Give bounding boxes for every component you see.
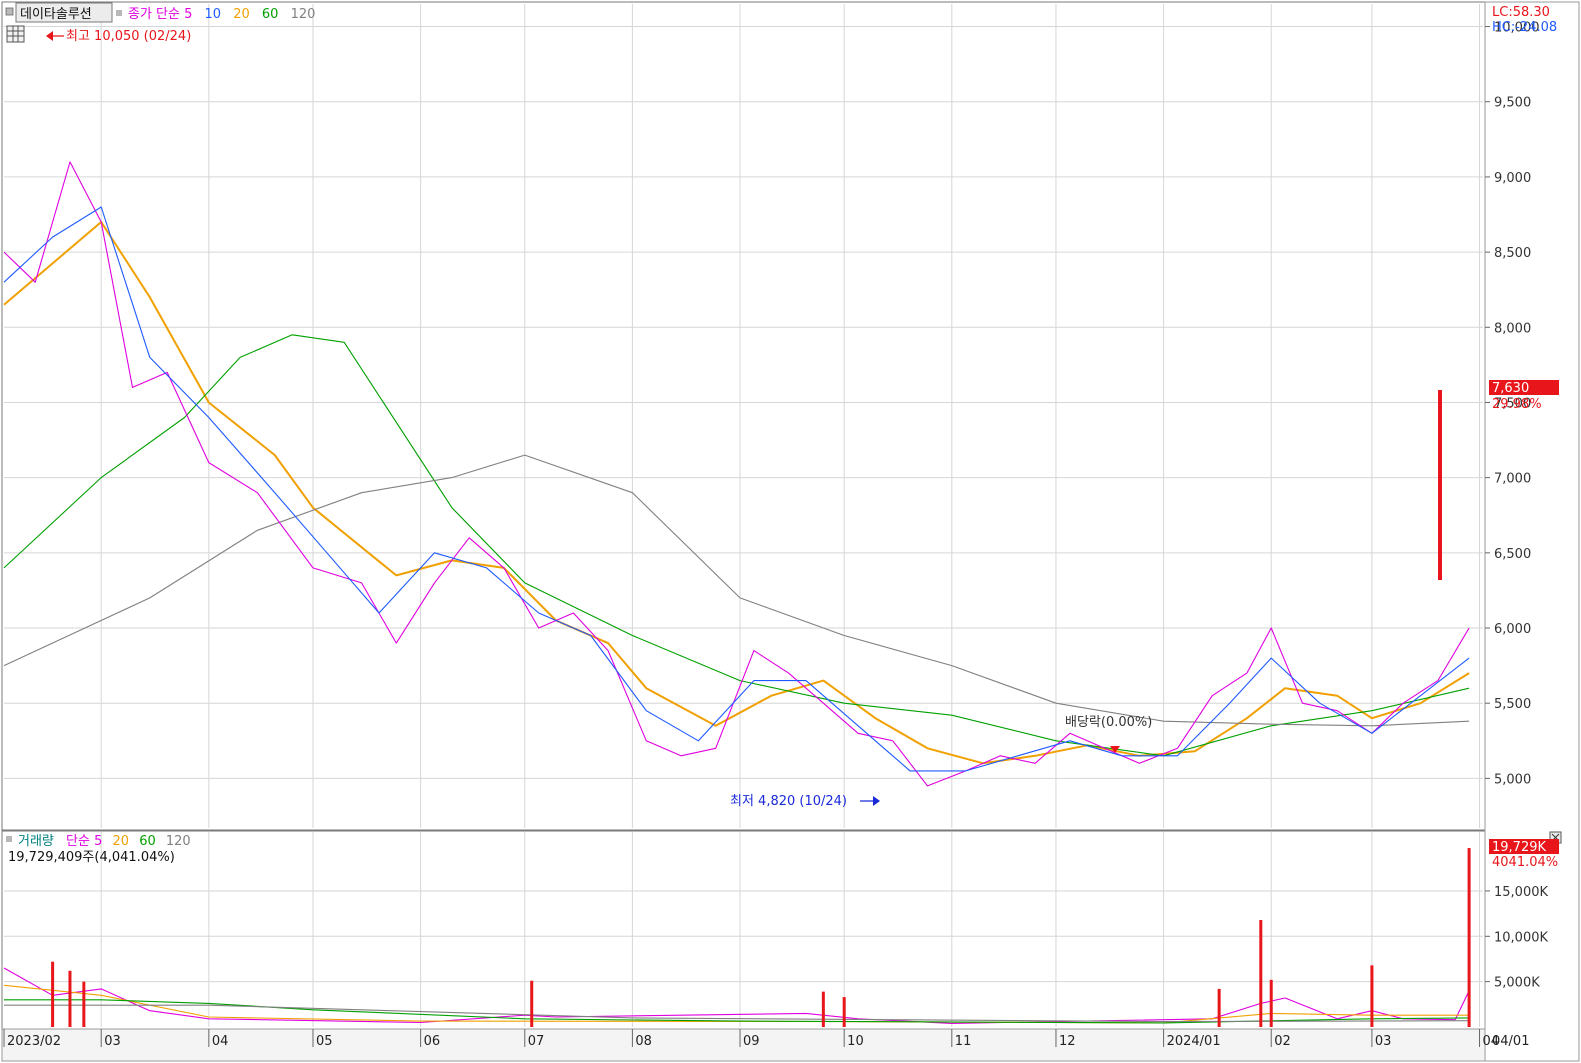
svg-text:7,630: 7,630 [1492, 381, 1529, 396]
legend-square-icon [116, 10, 122, 16]
volume-bar [1269, 979, 1273, 1027]
volume-bar [1259, 919, 1263, 1027]
volume-bar [821, 991, 825, 1027]
volume-tick-label: 15,000K [1494, 885, 1548, 900]
stock-chart[interactable]: 5,0005,5006,0006,5007,0007,5008,0008,500… [0, 0, 1581, 1063]
legend-vol-ma60: 60 [139, 834, 156, 849]
legend-vol-ma120: 120 [166, 834, 191, 849]
volume-bar [51, 961, 55, 1027]
x-tick-label: 12 [1059, 1034, 1076, 1049]
volume-bar [530, 980, 534, 1027]
x-tick-label: 06 [424, 1034, 441, 1049]
x-tick-label: 04/01 [1492, 1034, 1529, 1049]
x-tick-label: 04 [212, 1034, 229, 1049]
volume-tick-label: 5,000K [1494, 976, 1540, 991]
volume-menu-icon[interactable] [6, 836, 12, 842]
volume-bar [82, 981, 86, 1027]
x-tick-label: 2024/01 [1167, 1034, 1221, 1049]
price-tick-label: 9,500 [1494, 96, 1531, 111]
x-tick-label: 09 [743, 1034, 760, 1049]
svg-text:최고 10,050 (02/24): 최고 10,050 (02/24) [66, 29, 191, 44]
svg-text:배당락(0.00%): 배당락(0.00%) [1065, 715, 1152, 730]
svg-text:최저 4,820 (10/24): 최저 4,820 (10/24) [730, 794, 847, 809]
legend-ma10: 10 [205, 7, 222, 22]
volume-bar [68, 970, 72, 1027]
legend-vol-ma5: 단순 5 [66, 834, 102, 849]
stock-name[interactable]: 데이타솔루션 [20, 7, 92, 22]
x-tick-label: 10 [847, 1034, 864, 1049]
x-tick-label: 03 [104, 1034, 121, 1049]
x-tick-label: 11 [955, 1034, 972, 1049]
legend-ma120: 120 [291, 7, 316, 22]
x-tick-label: 08 [635, 1034, 652, 1049]
x-tick-label: 07 [528, 1034, 545, 1049]
menu-square-icon[interactable] [5, 7, 14, 16]
legend-ma60: 60 [262, 7, 279, 22]
volume-total: 19,729,409주(4,041.04%) [8, 850, 175, 865]
legend-volume: 거래량 [18, 834, 54, 849]
price-tick-label: 5,500 [1494, 697, 1531, 712]
price-tick-label: 5,000 [1494, 772, 1531, 787]
y-axis-strip [1484, 1, 1580, 1062]
price-tick-label: 9,000 [1494, 171, 1531, 186]
price-tick-label: 6,000 [1494, 622, 1531, 637]
volume-tag: 19,729K 4041.04% [1489, 839, 1559, 870]
svg-text:19,729K: 19,729K [1492, 840, 1546, 855]
legend-vol-ma20: 20 [113, 834, 130, 849]
price-tick-label: 8,500 [1494, 246, 1531, 261]
svg-text:29.98%: 29.98% [1492, 397, 1542, 412]
volume-bar [1467, 848, 1471, 1027]
table-grid-icon[interactable] [6, 25, 25, 43]
legend-ma20: 20 [233, 7, 250, 22]
volume-tick-label: 10,000K [1494, 930, 1548, 945]
price-tick-label: 8,000 [1494, 321, 1531, 336]
hc-label: HC:-24.08 [1492, 20, 1557, 35]
volume-bar [1370, 965, 1374, 1027]
price-tick-label: 7,000 [1494, 472, 1531, 487]
x-tick-label: 05 [316, 1034, 333, 1049]
x-tick-label: 02 [1274, 1034, 1291, 1049]
x-tick-label: 2023/02 [7, 1034, 61, 1049]
lc-label: LC:58.30 [1492, 5, 1550, 20]
volume-bar [842, 997, 846, 1027]
volume-bar [1217, 988, 1221, 1027]
high-annotation: 최고 10,050 (02/24) [46, 29, 191, 44]
svg-text:4041.04%: 4041.04% [1492, 855, 1558, 870]
x-tick-label: 03 [1375, 1034, 1392, 1049]
legend-ma5: 종가 단순 5 [128, 7, 192, 22]
price-tick-label: 6,500 [1494, 547, 1531, 562]
